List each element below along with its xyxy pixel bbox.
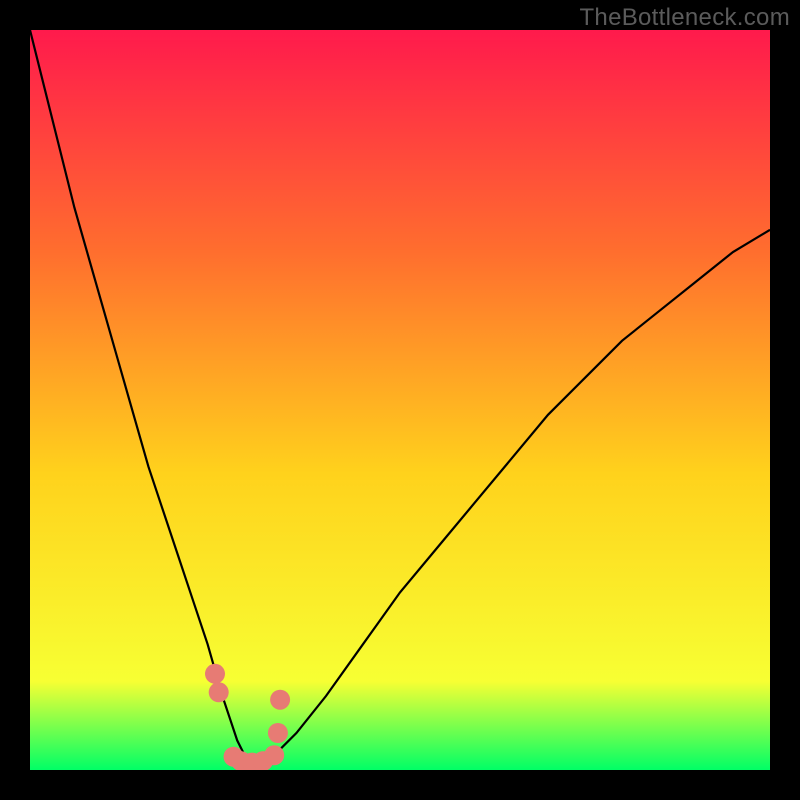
plot-background bbox=[30, 30, 770, 770]
chart-frame: TheBottleneck.com bbox=[0, 0, 800, 800]
highlight-marker bbox=[268, 723, 288, 743]
highlight-marker bbox=[270, 690, 290, 710]
watermark-text: TheBottleneck.com bbox=[579, 4, 790, 32]
highlight-marker bbox=[209, 682, 229, 702]
highlight-marker bbox=[264, 745, 284, 765]
bottleneck-chart bbox=[30, 30, 770, 770]
highlight-marker bbox=[205, 664, 225, 684]
